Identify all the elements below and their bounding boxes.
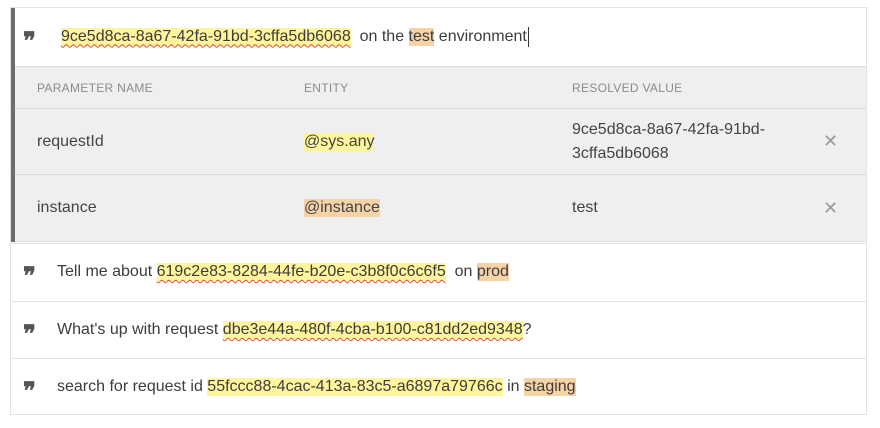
training-phrase[interactable]: ❞ What's up with request dbe3e44a-480f-4… <box>11 301 866 358</box>
phrase-text[interactable]: Tell me about 619c2e83-8284-44fe-b20e-c3… <box>57 263 509 281</box>
parameter-entity[interactable]: @instance <box>304 199 380 217</box>
quote-icon: ❞ <box>23 25 36 55</box>
annotation-sys-any[interactable]: 619c2e83-8284-44fe-b20e-c3b8f0c6c6f5 <box>156 263 446 281</box>
annotation-instance[interactable]: prod <box>476 263 509 281</box>
training-phrases-panel: ❞ 9ce5d8ca-8a67-42fa-91bd-3cffa5db6068 o… <box>10 7 867 415</box>
phrase-text[interactable]: What's up with request dbe3e44a-480f-4cb… <box>57 321 532 339</box>
parameter-table: PARAMETER NAME ENTITY RESOLVED VALUE req… <box>15 66 866 242</box>
header-resolved-value: RESOLVED VALUE <box>572 80 683 95</box>
active-training-phrase[interactable]: ❞ 9ce5d8ca-8a67-42fa-91bd-3cffa5db6068 o… <box>15 8 870 65</box>
phrase-text-segment: on <box>445 263 477 280</box>
quote-icon: ❞ <box>23 319 36 348</box>
phrase-text-segment: Tell me about <box>57 263 157 280</box>
annotation-instance[interactable]: staging <box>523 378 576 396</box>
phrase-text-segment: in <box>502 378 524 395</box>
parameter-resolved-value: test <box>572 199 598 216</box>
quote-icon: ❞ <box>23 261 36 290</box>
close-icon[interactable]: ✕ <box>823 131 838 152</box>
phrase-text-segment: What's up with request <box>57 321 223 338</box>
text-cursor <box>527 26 529 47</box>
training-phrase[interactable]: ❞ Tell me about 619c2e83-8284-44fe-b20e-… <box>11 243 866 300</box>
header-parameter-name: PARAMETER NAME <box>37 80 153 95</box>
parameter-row: requestId @sys.any 9ce5d8ca-8a67-42fa-91… <box>15 109 866 175</box>
annotation-instance[interactable]: test <box>408 27 435 46</box>
phrase-text-segment: environment <box>434 27 527 45</box>
quote-icon: ❞ <box>23 376 36 405</box>
annotation-sys-any[interactable]: 9ce5d8ca-8a67-42fa-91bd-3cffa5db6068 <box>61 27 351 46</box>
parameter-name[interactable]: requestId <box>37 133 104 151</box>
selected-phrase-block: ❞ 9ce5d8ca-8a67-42fa-91bd-3cffa5db6068 o… <box>11 8 866 242</box>
phrase-text-segment: on the <box>350 27 409 45</box>
annotation-sys-any[interactable]: dbe3e44a-480f-4cba-b100-c81dd2ed9348 <box>222 321 523 339</box>
phrase-text-segment: ? <box>522 321 532 338</box>
close-icon[interactable]: ✕ <box>823 198 838 219</box>
parameter-entity[interactable]: @sys.any <box>304 132 375 151</box>
parameter-table-header: PARAMETER NAME ENTITY RESOLVED VALUE <box>15 67 866 109</box>
phrase-text[interactable]: search for request id 55fccc88-4cac-413a… <box>57 378 576 396</box>
phrase-text-editor[interactable]: 9ce5d8ca-8a67-42fa-91bd-3cffa5db6068 on … <box>61 26 529 47</box>
annotation-sys-any[interactable]: 55fccc88-4cac-413a-83c5-a6897a79766c <box>207 378 503 396</box>
training-phrase[interactable]: ❞ search for request id 55fccc88-4cac-41… <box>11 358 866 415</box>
parameter-resolved-value: 9ce5d8ca-8a67-42fa-91bd-3cffa5db6068 <box>572 120 766 162</box>
header-entity: ENTITY <box>304 80 349 95</box>
parameter-name[interactable]: instance <box>37 199 97 217</box>
parameter-row: instance @instance test ✕ <box>15 175 866 241</box>
phrase-text-segment: search for request id <box>57 378 208 395</box>
